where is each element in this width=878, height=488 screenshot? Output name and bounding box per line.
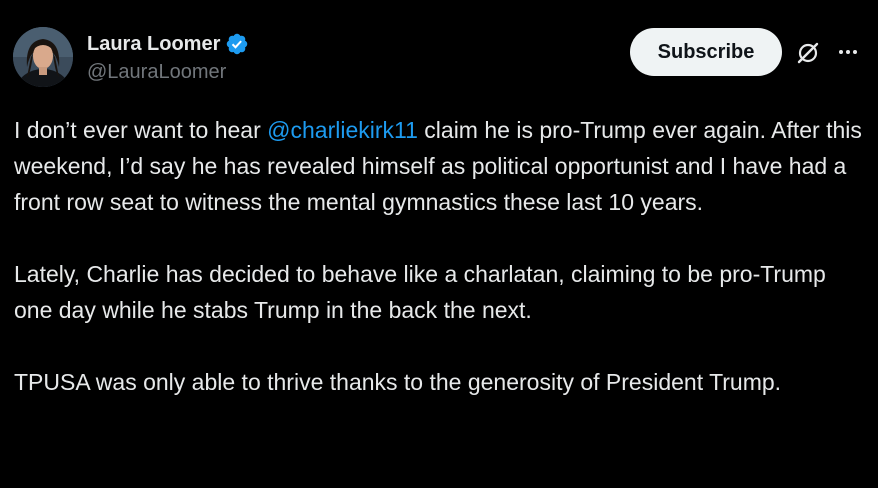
tweet: Laura Loomer @LauraLoomer Subscribe I do… bbox=[0, 0, 878, 488]
grok-icon[interactable] bbox=[795, 40, 821, 66]
verified-badge-icon[interactable] bbox=[225, 32, 249, 56]
author-handle[interactable]: @LauraLoomer bbox=[87, 61, 226, 84]
avatar[interactable] bbox=[13, 27, 73, 87]
tweet-paragraph-1: I don’t ever want to hear @charliekirk11… bbox=[14, 112, 864, 220]
author-display-name[interactable]: Laura Loomer bbox=[87, 33, 220, 56]
mention-link[interactable]: @charliekirk11 bbox=[267, 117, 418, 143]
avatar-image bbox=[13, 27, 73, 87]
tweet-text: I don’t ever want to hear @charliekirk11… bbox=[14, 112, 864, 400]
more-options-icon[interactable] bbox=[836, 42, 860, 62]
subscribe-button[interactable]: Subscribe bbox=[630, 28, 782, 76]
tweet-text-segment: I don’t ever want to hear bbox=[14, 117, 268, 143]
tweet-paragraph-2: Lately, Charlie has decided to behave li… bbox=[14, 261, 826, 323]
tweet-paragraph-3: TPUSA was only able to thrive thanks to … bbox=[14, 369, 782, 395]
author-name-row: Laura Loomer bbox=[87, 31, 249, 57]
